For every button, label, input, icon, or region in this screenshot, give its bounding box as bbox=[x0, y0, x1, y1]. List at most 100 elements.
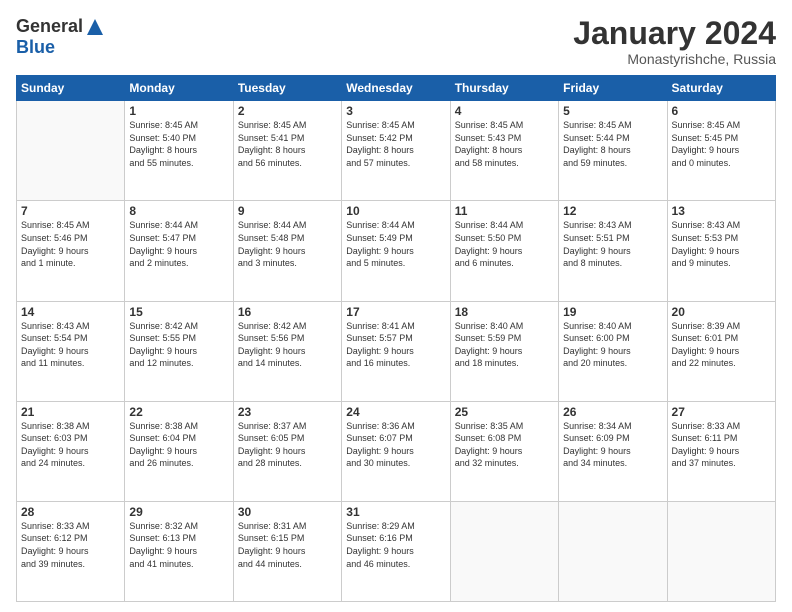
day-number: 27 bbox=[672, 405, 771, 419]
weekday-header-friday: Friday bbox=[559, 76, 667, 101]
calendar-cell: 22Sunrise: 8:38 AMSunset: 6:04 PMDayligh… bbox=[125, 401, 233, 501]
calendar-cell: 6Sunrise: 8:45 AMSunset: 5:45 PMDaylight… bbox=[667, 101, 775, 201]
day-info: Sunrise: 8:44 AMSunset: 5:50 PMDaylight:… bbox=[455, 219, 554, 269]
day-number: 26 bbox=[563, 405, 662, 419]
day-number: 18 bbox=[455, 305, 554, 319]
day-info: Sunrise: 8:36 AMSunset: 6:07 PMDaylight:… bbox=[346, 420, 445, 470]
calendar-cell: 23Sunrise: 8:37 AMSunset: 6:05 PMDayligh… bbox=[233, 401, 341, 501]
day-number: 6 bbox=[672, 104, 771, 118]
calendar-cell: 25Sunrise: 8:35 AMSunset: 6:08 PMDayligh… bbox=[450, 401, 558, 501]
week-row-2: 14Sunrise: 8:43 AMSunset: 5:54 PMDayligh… bbox=[17, 301, 776, 401]
day-number: 3 bbox=[346, 104, 445, 118]
day-number: 11 bbox=[455, 204, 554, 218]
calendar-cell bbox=[667, 501, 775, 601]
week-row-4: 28Sunrise: 8:33 AMSunset: 6:12 PMDayligh… bbox=[17, 501, 776, 601]
day-info: Sunrise: 8:45 AMSunset: 5:41 PMDaylight:… bbox=[238, 119, 337, 169]
calendar-table: SundayMondayTuesdayWednesdayThursdayFrid… bbox=[16, 75, 776, 602]
calendar-cell: 5Sunrise: 8:45 AMSunset: 5:44 PMDaylight… bbox=[559, 101, 667, 201]
day-number: 12 bbox=[563, 204, 662, 218]
day-number: 28 bbox=[21, 505, 120, 519]
calendar-cell: 14Sunrise: 8:43 AMSunset: 5:54 PMDayligh… bbox=[17, 301, 125, 401]
week-row-0: 1Sunrise: 8:45 AMSunset: 5:40 PMDaylight… bbox=[17, 101, 776, 201]
location: Monastyrishche, Russia bbox=[573, 51, 776, 67]
day-info: Sunrise: 8:44 AMSunset: 5:49 PMDaylight:… bbox=[346, 219, 445, 269]
day-number: 2 bbox=[238, 104, 337, 118]
day-number: 24 bbox=[346, 405, 445, 419]
day-info: Sunrise: 8:34 AMSunset: 6:09 PMDaylight:… bbox=[563, 420, 662, 470]
day-info: Sunrise: 8:38 AMSunset: 6:04 PMDaylight:… bbox=[129, 420, 228, 470]
day-number: 29 bbox=[129, 505, 228, 519]
day-info: Sunrise: 8:35 AMSunset: 6:08 PMDaylight:… bbox=[455, 420, 554, 470]
day-info: Sunrise: 8:45 AMSunset: 5:46 PMDaylight:… bbox=[21, 219, 120, 269]
calendar-cell: 13Sunrise: 8:43 AMSunset: 5:53 PMDayligh… bbox=[667, 201, 775, 301]
calendar-cell: 4Sunrise: 8:45 AMSunset: 5:43 PMDaylight… bbox=[450, 101, 558, 201]
weekday-header-tuesday: Tuesday bbox=[233, 76, 341, 101]
weekday-header-thursday: Thursday bbox=[450, 76, 558, 101]
calendar-cell: 15Sunrise: 8:42 AMSunset: 5:55 PMDayligh… bbox=[125, 301, 233, 401]
calendar-cell bbox=[450, 501, 558, 601]
calendar-cell: 17Sunrise: 8:41 AMSunset: 5:57 PMDayligh… bbox=[342, 301, 450, 401]
weekday-header-row: SundayMondayTuesdayWednesdayThursdayFrid… bbox=[17, 76, 776, 101]
day-info: Sunrise: 8:41 AMSunset: 5:57 PMDaylight:… bbox=[346, 320, 445, 370]
calendar-cell: 28Sunrise: 8:33 AMSunset: 6:12 PMDayligh… bbox=[17, 501, 125, 601]
calendar-cell: 2Sunrise: 8:45 AMSunset: 5:41 PMDaylight… bbox=[233, 101, 341, 201]
day-info: Sunrise: 8:45 AMSunset: 5:44 PMDaylight:… bbox=[563, 119, 662, 169]
title-block: January 2024 Monastyrishche, Russia bbox=[573, 16, 776, 67]
day-number: 22 bbox=[129, 405, 228, 419]
day-number: 5 bbox=[563, 104, 662, 118]
calendar-cell: 20Sunrise: 8:39 AMSunset: 6:01 PMDayligh… bbox=[667, 301, 775, 401]
day-number: 7 bbox=[21, 204, 120, 218]
calendar-cell: 11Sunrise: 8:44 AMSunset: 5:50 PMDayligh… bbox=[450, 201, 558, 301]
day-number: 16 bbox=[238, 305, 337, 319]
day-info: Sunrise: 8:32 AMSunset: 6:13 PMDaylight:… bbox=[129, 520, 228, 570]
week-row-1: 7Sunrise: 8:45 AMSunset: 5:46 PMDaylight… bbox=[17, 201, 776, 301]
month-title: January 2024 bbox=[573, 16, 776, 51]
calendar-cell: 7Sunrise: 8:45 AMSunset: 5:46 PMDaylight… bbox=[17, 201, 125, 301]
calendar-cell: 3Sunrise: 8:45 AMSunset: 5:42 PMDaylight… bbox=[342, 101, 450, 201]
day-info: Sunrise: 8:33 AMSunset: 6:11 PMDaylight:… bbox=[672, 420, 771, 470]
calendar-cell: 1Sunrise: 8:45 AMSunset: 5:40 PMDaylight… bbox=[125, 101, 233, 201]
calendar-cell: 10Sunrise: 8:44 AMSunset: 5:49 PMDayligh… bbox=[342, 201, 450, 301]
day-number: 1 bbox=[129, 104, 228, 118]
day-info: Sunrise: 8:38 AMSunset: 6:03 PMDaylight:… bbox=[21, 420, 120, 470]
weekday-header-monday: Monday bbox=[125, 76, 233, 101]
day-number: 19 bbox=[563, 305, 662, 319]
day-number: 10 bbox=[346, 204, 445, 218]
week-row-3: 21Sunrise: 8:38 AMSunset: 6:03 PMDayligh… bbox=[17, 401, 776, 501]
day-info: Sunrise: 8:43 AMSunset: 5:51 PMDaylight:… bbox=[563, 219, 662, 269]
calendar-cell: 29Sunrise: 8:32 AMSunset: 6:13 PMDayligh… bbox=[125, 501, 233, 601]
day-number: 9 bbox=[238, 204, 337, 218]
calendar-cell: 9Sunrise: 8:44 AMSunset: 5:48 PMDaylight… bbox=[233, 201, 341, 301]
calendar-cell: 8Sunrise: 8:44 AMSunset: 5:47 PMDaylight… bbox=[125, 201, 233, 301]
day-info: Sunrise: 8:31 AMSunset: 6:15 PMDaylight:… bbox=[238, 520, 337, 570]
calendar-cell: 12Sunrise: 8:43 AMSunset: 5:51 PMDayligh… bbox=[559, 201, 667, 301]
weekday-header-sunday: Sunday bbox=[17, 76, 125, 101]
weekday-header-saturday: Saturday bbox=[667, 76, 775, 101]
calendar-cell: 21Sunrise: 8:38 AMSunset: 6:03 PMDayligh… bbox=[17, 401, 125, 501]
day-info: Sunrise: 8:40 AMSunset: 5:59 PMDaylight:… bbox=[455, 320, 554, 370]
day-info: Sunrise: 8:44 AMSunset: 5:48 PMDaylight:… bbox=[238, 219, 337, 269]
calendar-cell: 26Sunrise: 8:34 AMSunset: 6:09 PMDayligh… bbox=[559, 401, 667, 501]
day-number: 14 bbox=[21, 305, 120, 319]
day-info: Sunrise: 8:39 AMSunset: 6:01 PMDaylight:… bbox=[672, 320, 771, 370]
calendar-cell: 16Sunrise: 8:42 AMSunset: 5:56 PMDayligh… bbox=[233, 301, 341, 401]
calendar-cell bbox=[17, 101, 125, 201]
day-number: 25 bbox=[455, 405, 554, 419]
day-number: 30 bbox=[238, 505, 337, 519]
calendar-cell bbox=[559, 501, 667, 601]
day-number: 23 bbox=[238, 405, 337, 419]
day-info: Sunrise: 8:40 AMSunset: 6:00 PMDaylight:… bbox=[563, 320, 662, 370]
logo-general-text: General bbox=[16, 16, 83, 37]
day-info: Sunrise: 8:42 AMSunset: 5:55 PMDaylight:… bbox=[129, 320, 228, 370]
day-info: Sunrise: 8:43 AMSunset: 5:54 PMDaylight:… bbox=[21, 320, 120, 370]
day-info: Sunrise: 8:33 AMSunset: 6:12 PMDaylight:… bbox=[21, 520, 120, 570]
day-info: Sunrise: 8:29 AMSunset: 6:16 PMDaylight:… bbox=[346, 520, 445, 570]
day-info: Sunrise: 8:45 AMSunset: 5:40 PMDaylight:… bbox=[129, 119, 228, 169]
calendar-cell: 18Sunrise: 8:40 AMSunset: 5:59 PMDayligh… bbox=[450, 301, 558, 401]
day-info: Sunrise: 8:44 AMSunset: 5:47 PMDaylight:… bbox=[129, 219, 228, 269]
day-number: 31 bbox=[346, 505, 445, 519]
day-info: Sunrise: 8:37 AMSunset: 6:05 PMDaylight:… bbox=[238, 420, 337, 470]
day-info: Sunrise: 8:42 AMSunset: 5:56 PMDaylight:… bbox=[238, 320, 337, 370]
day-info: Sunrise: 8:43 AMSunset: 5:53 PMDaylight:… bbox=[672, 219, 771, 269]
page: General Blue January 2024 Monastyrishche… bbox=[0, 0, 792, 612]
